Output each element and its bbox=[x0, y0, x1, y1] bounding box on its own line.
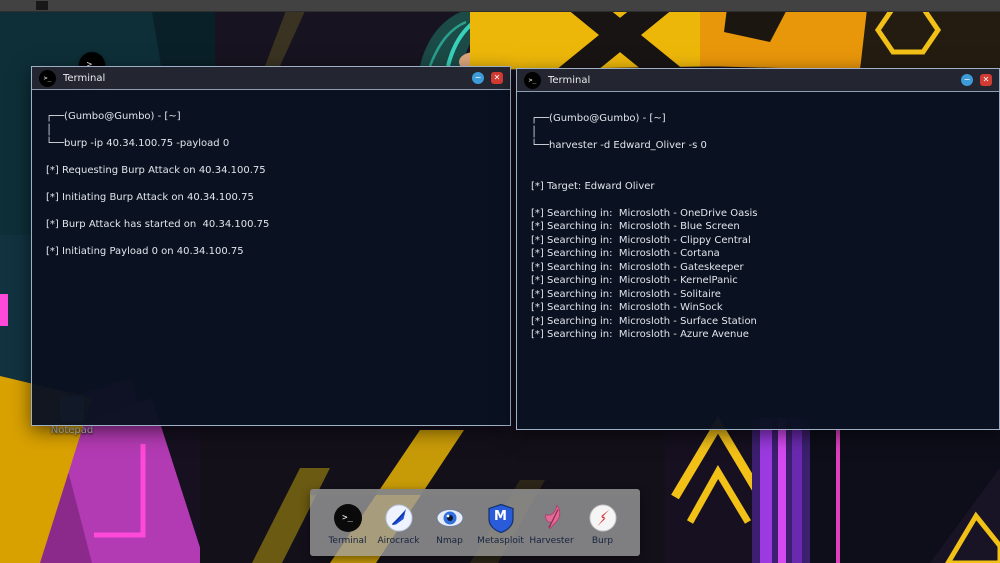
prompt-line: │ bbox=[46, 124, 496, 138]
terminal-output-area[interactable]: ┌──(Gumbo@Gumbo) - [~] │ └──burp -ip 40.… bbox=[32, 90, 510, 259]
output-line: [*] Searching in: Microsloth - Blue Scre… bbox=[531, 220, 985, 234]
command-line: └──burp -ip 40.34.100.75 -payload 0 bbox=[46, 137, 496, 151]
terminal-icon: >_ bbox=[524, 72, 541, 89]
dock-item-harvester[interactable]: Harvester bbox=[526, 503, 577, 546]
airocrack-icon bbox=[384, 503, 414, 533]
airocrack-glyph bbox=[384, 503, 414, 533]
harvester-glyph bbox=[537, 503, 567, 533]
top-menu-bar bbox=[0, 0, 1000, 12]
prompt-line: ┌──(Gumbo@Gumbo) - [~] bbox=[46, 110, 496, 124]
close-button[interactable]: ✕ bbox=[980, 74, 992, 86]
dock-item-nmap[interactable]: Nmap bbox=[424, 503, 475, 546]
burp-glyph bbox=[588, 503, 618, 533]
metasploit-icon: M bbox=[486, 503, 516, 533]
terminal-icon: >_ bbox=[333, 503, 363, 533]
nmap-icon bbox=[435, 503, 465, 533]
command-line: └──harvester -d Edward_Oliver -s 0 bbox=[531, 139, 985, 153]
terminal-glyph: >_ bbox=[529, 76, 537, 84]
nmap-glyph bbox=[435, 503, 465, 533]
terminal-glyph: >_ bbox=[342, 513, 353, 523]
terminal-window-harvester[interactable]: >_ Terminal − ✕ ┌──(Gumbo@Gumbo) - [~] │… bbox=[516, 68, 1000, 430]
output-line: [*] Searching in: Microsloth - OneDrive … bbox=[531, 207, 985, 221]
output-line: [*] Searching in: Microsloth - Gateskeep… bbox=[531, 261, 985, 275]
terminal-output-area[interactable]: ┌──(Gumbo@Gumbo) - [~] │ └──harvester -d… bbox=[517, 92, 999, 342]
output-line: [*] Searching in: Microsloth - WinSock bbox=[531, 301, 985, 315]
dock-label: Metasploit bbox=[477, 536, 524, 546]
output-line: [*] Searching in: Microsloth - Azure Ave… bbox=[531, 328, 985, 342]
output-line: [*] Burp Attack has started on 40.34.100… bbox=[46, 218, 496, 232]
output-line: [*] Searching in: Microsloth - Clippy Ce… bbox=[531, 234, 985, 248]
dock-label: Terminal bbox=[328, 536, 366, 546]
titlebar[interactable]: >_ Terminal − ✕ bbox=[32, 67, 510, 90]
terminal-icon: >_ bbox=[39, 70, 56, 87]
harvester-icon bbox=[537, 503, 567, 533]
output-line: [*] Initiating Payload 0 on 40.34.100.75 bbox=[46, 245, 496, 259]
output-line: [*] Searching in: Microsloth - Solitaire bbox=[531, 288, 985, 302]
burp-icon bbox=[588, 503, 618, 533]
titlebar[interactable]: >_ Terminal − ✕ bbox=[517, 69, 999, 92]
desktop-icon-notepad-label: Notepad bbox=[51, 425, 94, 436]
minimize-button[interactable]: − bbox=[472, 72, 484, 84]
dock-item-terminal[interactable]: >_ Terminal bbox=[322, 503, 373, 546]
dock-item-burp[interactable]: Burp bbox=[577, 503, 628, 546]
topbar-menu-button[interactable] bbox=[36, 1, 48, 10]
dock-label: Airocrack bbox=[378, 536, 420, 546]
output-line: [*] Searching in: Microsloth - KernelPan… bbox=[531, 274, 985, 288]
terminal-glyph: >_ bbox=[44, 74, 52, 82]
output-line: [*] Searching in: Microsloth - Surface S… bbox=[531, 315, 985, 329]
minimize-button[interactable]: − bbox=[961, 74, 973, 86]
dock-item-airocrack[interactable]: Airocrack bbox=[373, 503, 424, 546]
dock-label: Burp bbox=[592, 536, 613, 546]
terminal-window-burp[interactable]: >_ Terminal − ✕ ┌──(Gumbo@Gumbo) - [~] │… bbox=[31, 66, 511, 426]
output-line: [*] Requesting Burp Attack on 40.34.100.… bbox=[46, 164, 496, 178]
metasploit-letter: M bbox=[486, 503, 516, 530]
dock-label: Nmap bbox=[436, 536, 463, 546]
close-button[interactable]: ✕ bbox=[491, 72, 503, 84]
prompt-line: │ bbox=[531, 126, 985, 140]
window-title: Terminal bbox=[63, 73, 465, 84]
output-line: [*] Target: Edward Oliver bbox=[531, 180, 985, 194]
prompt-line: ┌──(Gumbo@Gumbo) - [~] bbox=[531, 112, 985, 126]
dock-item-metasploit[interactable]: M Metasploit bbox=[475, 503, 526, 546]
window-title: Terminal bbox=[548, 75, 954, 86]
dock-label: Harvester bbox=[529, 536, 573, 546]
output-line: [*] Searching in: Microsloth - Cortana bbox=[531, 247, 985, 261]
app-dock: >_ Terminal Airocrack Nmap bbox=[310, 489, 640, 556]
output-line: [*] Initiating Burp Attack on 40.34.100.… bbox=[46, 191, 496, 205]
